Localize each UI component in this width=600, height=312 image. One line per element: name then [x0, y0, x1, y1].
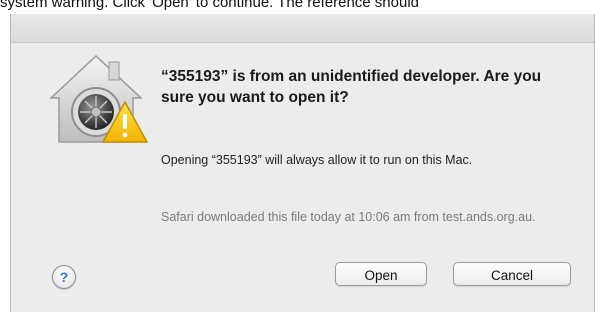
dialog-title-bar [11, 14, 594, 43]
open-button[interactable]: Open [335, 262, 427, 286]
gatekeeper-security-icon [43, 50, 149, 146]
dialog-info-text: Opening “355193” will always allow it to… [161, 153, 473, 167]
dialog-title: “355193” is from an unidentified develop… [161, 68, 542, 106]
cancel-button[interactable]: Cancel [453, 262, 571, 286]
help-button[interactable]: ? [52, 265, 76, 289]
unidentified-developer-dialog: “355193” is from an unidentified develop… [10, 14, 595, 312]
download-source-text: Safari downloaded this file today at 10:… [161, 210, 536, 224]
